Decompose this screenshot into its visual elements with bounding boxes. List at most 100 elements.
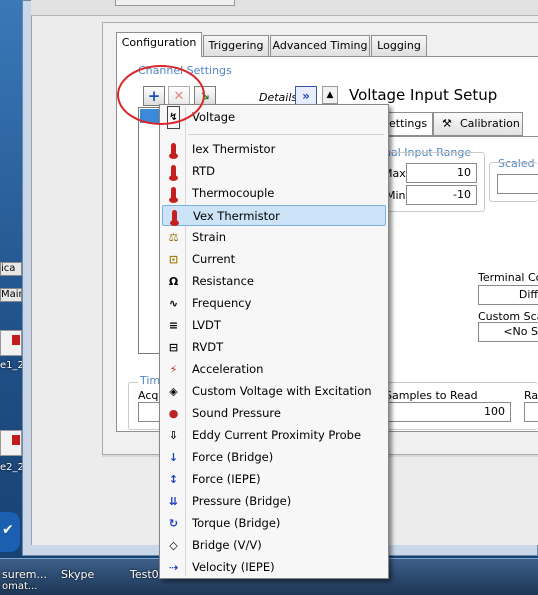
custom-scaling-select[interactable]: <No S bbox=[478, 322, 538, 342]
samples-to-read-input[interactable]: 100 bbox=[385, 402, 511, 422]
triangle-up-icon: ▲ bbox=[326, 90, 334, 100]
menu-item-resistance[interactable]: Ω Resistance bbox=[162, 271, 386, 292]
menu-item-label: Force (Bridge) bbox=[192, 450, 274, 464]
rate-label: Ra bbox=[524, 389, 538, 402]
scroll-up-button[interactable]: ▲ bbox=[322, 86, 338, 104]
taskbar-item[interactable]: Test0 bbox=[130, 568, 159, 581]
desktop-tile-label: Main bbox=[1, 289, 21, 300]
acceleration-icon: ⚡ bbox=[169, 363, 178, 376]
menu-item-label: Pressure (Bridge) bbox=[192, 494, 292, 508]
pdf-file-icon[interactable] bbox=[0, 330, 22, 356]
frequency-icon: ∿ bbox=[168, 297, 179, 310]
channel-type-menu: ↯ Voltage Iex Thermistor RTD Thermocoupl… bbox=[159, 104, 389, 579]
tab-advanced-timing[interactable]: Advanced Timing bbox=[270, 35, 370, 57]
desktop-icon-label: e2_2 bbox=[0, 462, 24, 473]
menu-item-label: Iex Thermistor bbox=[192, 142, 276, 156]
menu-item-label: Thermocouple bbox=[192, 186, 275, 200]
menu-item-force-iepe[interactable]: ↕ Force (IEPE) bbox=[162, 469, 386, 490]
menu-item-torque-bridge[interactable]: ↻ Torque (Bridge) bbox=[162, 513, 386, 534]
taskbar-sub-label: omat... bbox=[2, 581, 38, 592]
desktop-tile-label: ica bbox=[1, 263, 16, 274]
torque-icon: ↻ bbox=[168, 517, 179, 530]
menu-item-label: Current bbox=[192, 252, 236, 266]
menu-item-label: Velocity (IEPE) bbox=[192, 560, 275, 574]
menu-item-rtd[interactable]: RTD bbox=[162, 161, 386, 182]
menu-item-rvdt[interactable]: ⊟ RVDT bbox=[162, 337, 386, 358]
menu-item-label: Custom Voltage with Excitation bbox=[192, 384, 372, 398]
lvdt-icon: ≡ bbox=[168, 319, 179, 332]
bridge-icon: ◇ bbox=[169, 539, 178, 552]
menu-item-label: Bridge (V/V) bbox=[192, 538, 262, 552]
top-toolbar-strip bbox=[31, 0, 538, 16]
force-iepe-icon: ↕ bbox=[168, 473, 179, 486]
desktop-icon-label: e1_2 bbox=[0, 360, 24, 371]
thermometer-icon bbox=[166, 208, 183, 226]
strain-icon: ⚖ bbox=[168, 231, 179, 244]
menu-item-label: Torque (Bridge) bbox=[192, 516, 281, 530]
max-input[interactable]: 10 bbox=[406, 163, 477, 183]
desktop-window-tile[interactable]: ica bbox=[0, 262, 22, 276]
menu-item-label: RTD bbox=[192, 164, 216, 178]
custom-voltage-icon: ◈ bbox=[169, 385, 178, 398]
details-label: Details bbox=[259, 91, 298, 104]
samples-to-read-label: Samples to Read bbox=[385, 389, 478, 402]
scaled-units-select[interactable] bbox=[497, 174, 538, 194]
menu-item-label: Frequency bbox=[192, 296, 252, 310]
menu-item-label: Force (IEPE) bbox=[192, 472, 261, 486]
wrench-icon: ⚒ bbox=[442, 117, 452, 130]
min-input[interactable]: -10 bbox=[406, 185, 477, 205]
top-strip-button[interactable] bbox=[115, 0, 235, 6]
menu-item-label: RVDT bbox=[192, 340, 224, 354]
pdf-file-icon[interactable] bbox=[0, 430, 22, 456]
menu-item-sound-pressure[interactable]: ● Sound Pressure bbox=[162, 403, 386, 424]
taskbar-item[interactable]: surem... bbox=[2, 568, 47, 581]
details-expand-button[interactable]: » bbox=[295, 86, 317, 106]
double-chevron-right-icon: » bbox=[302, 89, 310, 103]
menu-item-custom-voltage[interactable]: ◈ Custom Voltage with Excitation bbox=[162, 381, 386, 402]
tab-configuration[interactable]: Configuration bbox=[116, 32, 202, 57]
resistance-icon: Ω bbox=[168, 275, 179, 288]
menu-item-iex-thermistor[interactable]: Iex Thermistor bbox=[162, 139, 386, 160]
menu-item-current[interactable]: ⊡ Current bbox=[162, 249, 386, 270]
thermometer-icon bbox=[165, 141, 182, 159]
menu-item-label: LVDT bbox=[192, 318, 221, 332]
menu-item-lvdt[interactable]: ≡ LVDT bbox=[162, 315, 386, 336]
menu-item-frequency[interactable]: ∿ Frequency bbox=[162, 293, 386, 314]
thermometer-icon bbox=[165, 185, 182, 203]
rate-input[interactable] bbox=[524, 402, 538, 422]
microphone-icon: ● bbox=[168, 407, 179, 420]
subtab-calibration-label: Calibration bbox=[460, 117, 520, 130]
menu-item-pressure-bridge[interactable]: ⇊ Pressure (Bridge) bbox=[162, 491, 386, 512]
subtab-calibration[interactable]: ⚒ Calibration bbox=[433, 112, 523, 136]
menu-item-acceleration[interactable]: ⚡ Acceleration bbox=[162, 359, 386, 380]
menu-item-thermocouple[interactable]: Thermocouple bbox=[162, 183, 386, 204]
pressure-icon: ⇊ bbox=[168, 495, 179, 508]
taskbar-item-skype[interactable]: Skype bbox=[61, 568, 94, 581]
menu-item-strain[interactable]: ⚖ Strain bbox=[162, 227, 386, 248]
menu-item-label: Eddy Current Proximity Probe bbox=[192, 428, 362, 442]
app-shortcut-icon[interactable]: ✔ bbox=[0, 512, 20, 552]
terminal-config-label: Terminal Co bbox=[478, 271, 538, 284]
menu-item-label: Strain bbox=[192, 230, 227, 244]
tab-triggering[interactable]: Triggering bbox=[203, 35, 269, 57]
menu-item-label: Sound Pressure bbox=[192, 406, 281, 420]
rvdt-icon: ⊟ bbox=[168, 341, 179, 354]
menu-item-vex-thermistor[interactable]: Vex Thermistor bbox=[162, 205, 386, 226]
tab-logging[interactable]: Logging bbox=[371, 35, 427, 57]
menu-item-label: Vex Thermistor bbox=[193, 209, 280, 223]
thermometer-icon bbox=[165, 163, 182, 181]
menu-item-bridge-vv[interactable]: ◇ Bridge (V/V) bbox=[162, 535, 386, 556]
setup-title: Voltage Input Setup bbox=[349, 86, 498, 104]
probe-icon: ⇩ bbox=[168, 429, 179, 442]
force-icon: ↓ bbox=[168, 451, 179, 464]
desktop-window-tile[interactable]: Main bbox=[0, 288, 22, 302]
velocity-icon: ⇢ bbox=[168, 561, 179, 574]
terminal-config-select[interactable]: Diff bbox=[478, 285, 538, 305]
menu-item-force-bridge[interactable]: ↓ Force (Bridge) bbox=[162, 447, 386, 468]
current-icon: ⊡ bbox=[168, 253, 179, 266]
menu-item-eddy-current[interactable]: ⇩ Eddy Current Proximity Probe bbox=[162, 425, 386, 446]
menu-item-velocity-iepe[interactable]: ⇢ Velocity (IEPE) bbox=[162, 557, 386, 578]
menu-separator bbox=[188, 134, 384, 135]
annotation-circle bbox=[117, 65, 205, 125]
menu-item-label: Resistance bbox=[192, 274, 254, 288]
